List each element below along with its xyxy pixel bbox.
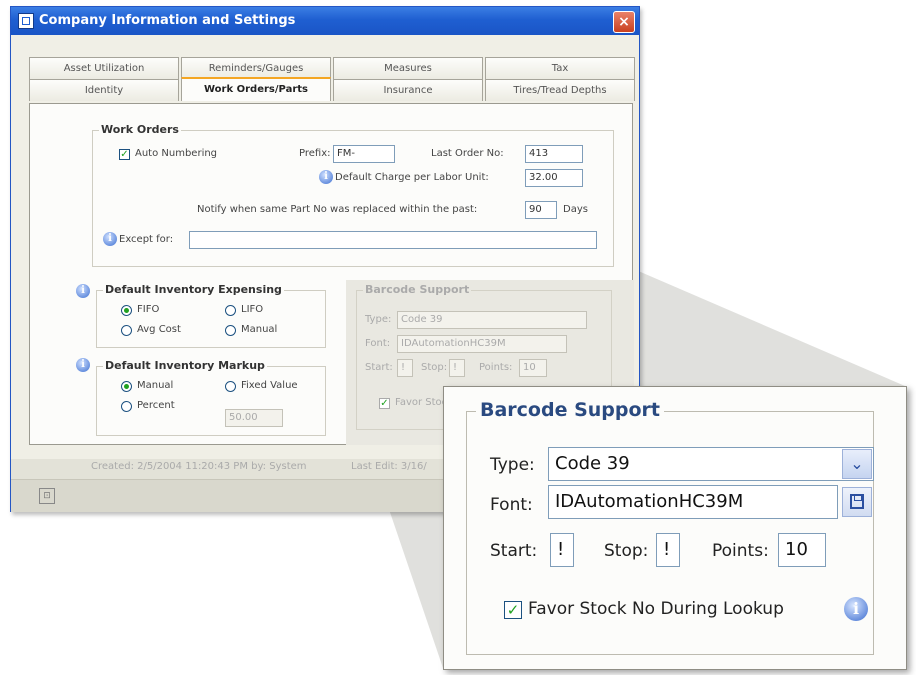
barcode-small-stop-input[interactable]: ! — [449, 359, 465, 377]
info-icon[interactable]: i — [76, 358, 90, 372]
type-select[interactable]: Code 39 — [548, 447, 874, 481]
tab-row-2: Identity Work Orders/Parts Insurance Tir… — [29, 77, 635, 101]
prefix-input[interactable]: FM- — [333, 145, 395, 163]
prefix-label: Prefix: — [299, 148, 331, 159]
lifo-radio[interactable] — [225, 305, 236, 316]
created-text: Created: 2/5/2004 11:20:43 PM by: System — [91, 461, 307, 472]
window-title: Company Information and Settings — [39, 13, 296, 28]
barcode-support-zoom: Barcode Support Type: Code 39 ⌄ Font: ID… — [443, 386, 907, 670]
font-label: Font: — [490, 495, 533, 515]
info-icon[interactable]: i — [844, 597, 868, 621]
avg-cost-label: Avg Cost — [137, 324, 181, 335]
inventory-expensing-group: Default Inventory Expensing FIFO LIFO Av… — [96, 283, 326, 348]
avg-cost-radio[interactable] — [121, 325, 132, 336]
manual-markup-radio[interactable] — [121, 381, 132, 392]
except-for-label: Except for: — [119, 234, 174, 245]
barcode-small-type-select[interactable]: Code 39 — [397, 311, 587, 329]
work-orders-group: Work Orders ✓ Auto Numbering Prefix: FM-… — [92, 123, 614, 267]
barcode-small-font-input[interactable]: IDAutomationHC39M — [397, 335, 567, 353]
charge-label: Default Charge per Labor Unit: — [335, 172, 489, 183]
tab-insurance[interactable]: Insurance — [333, 79, 483, 101]
info-icon[interactable]: i — [103, 232, 117, 246]
barcode-small-points-input[interactable]: 10 — [519, 359, 547, 377]
percent-input[interactable]: 50.00 — [225, 409, 283, 427]
markup-legend: Default Inventory Markup — [103, 359, 267, 372]
fifo-radio[interactable] — [121, 305, 132, 316]
favor-stock-checkbox[interactable]: ✓ — [504, 601, 522, 619]
info-icon[interactable]: i — [319, 170, 333, 184]
last-edit-text: Last Edit: 3/16/ — [351, 461, 427, 472]
tab-work-orders-parts[interactable]: Work Orders/Parts — [181, 77, 331, 101]
auto-numbering-checkbox[interactable]: ✓ — [119, 149, 130, 160]
tab-reminders-gauges[interactable]: Reminders/Gauges — [181, 57, 331, 79]
barcode-small-favor-checkbox[interactable]: ✓ — [379, 398, 390, 409]
stop-input[interactable]: ! — [656, 533, 680, 567]
save-icon[interactable] — [842, 487, 872, 517]
barcode-small-legend: Barcode Support — [363, 283, 472, 296]
barcode-support-legend: Barcode Support — [476, 399, 665, 421]
barcode-small-stop-label: Stop: — [421, 362, 448, 373]
days-label: Days — [563, 204, 588, 215]
favor-stock-label: Favor Stock No During Lookup — [528, 599, 784, 619]
stop-label: Stop: — [604, 541, 649, 561]
tab-tires-tread-depths[interactable]: Tires/Tread Depths — [485, 79, 635, 101]
charge-input[interactable]: 32.00 — [525, 169, 583, 187]
last-order-input[interactable]: 413 — [525, 145, 583, 163]
work-orders-legend: Work Orders — [99, 123, 181, 136]
info-icon[interactable]: i — [76, 284, 90, 298]
lifo-label: LIFO — [241, 304, 264, 315]
manual-expensing-label: Manual — [241, 324, 278, 335]
window-icon — [18, 13, 34, 29]
last-order-label: Last Order No: — [431, 148, 504, 159]
barcode-small-font-label: Font: — [365, 338, 391, 349]
title-bar[interactable]: Company Information and Settings × — [11, 7, 639, 35]
points-label: Points: — [712, 541, 769, 561]
notify-days-input[interactable]: 90 — [525, 201, 557, 219]
fixed-value-radio[interactable] — [225, 381, 236, 392]
barcode-small-type-label: Type: — [365, 314, 392, 325]
inventory-markup-group: Default Inventory Markup Manual Fixed Va… — [96, 359, 326, 436]
close-button[interactable]: × — [613, 11, 635, 33]
auto-numbering-label: Auto Numbering — [135, 148, 218, 159]
font-input[interactable]: IDAutomationHC39M — [548, 485, 838, 519]
expensing-legend: Default Inventory Expensing — [103, 283, 284, 296]
tab-asset-utilization[interactable]: Asset Utilization — [29, 57, 179, 79]
points-input[interactable]: 10 — [778, 533, 826, 567]
manual-expensing-radio[interactable] — [225, 325, 236, 336]
barcode-small-points-label: Points: — [479, 362, 513, 373]
notify-label: Notify when same Part No was replaced wi… — [197, 204, 478, 215]
tab-row-1: Asset Utilization Reminders/Gauges Measu… — [29, 57, 635, 79]
start-input[interactable]: ! — [550, 533, 574, 567]
fixed-value-label: Fixed Value — [241, 380, 298, 391]
manual-markup-label: Manual — [137, 380, 174, 391]
chevron-down-icon[interactable]: ⌄ — [842, 449, 872, 479]
barcode-small-start-label: Start: — [365, 362, 393, 373]
tab-measures[interactable]: Measures — [333, 57, 483, 79]
start-label: Start: — [490, 541, 538, 561]
type-label: Type: — [490, 455, 535, 475]
percent-label: Percent — [137, 400, 175, 411]
fifo-label: FIFO — [137, 304, 160, 315]
tab-identity[interactable]: Identity — [29, 79, 179, 101]
percent-radio[interactable] — [121, 401, 132, 412]
except-for-input[interactable] — [189, 231, 597, 249]
tab-tax[interactable]: Tax — [485, 57, 635, 79]
barcode-small-favor-label: Favor Stoc — [395, 397, 448, 408]
window-icon[interactable]: ⊡ — [39, 488, 55, 504]
barcode-small-start-input[interactable]: ! — [397, 359, 413, 377]
